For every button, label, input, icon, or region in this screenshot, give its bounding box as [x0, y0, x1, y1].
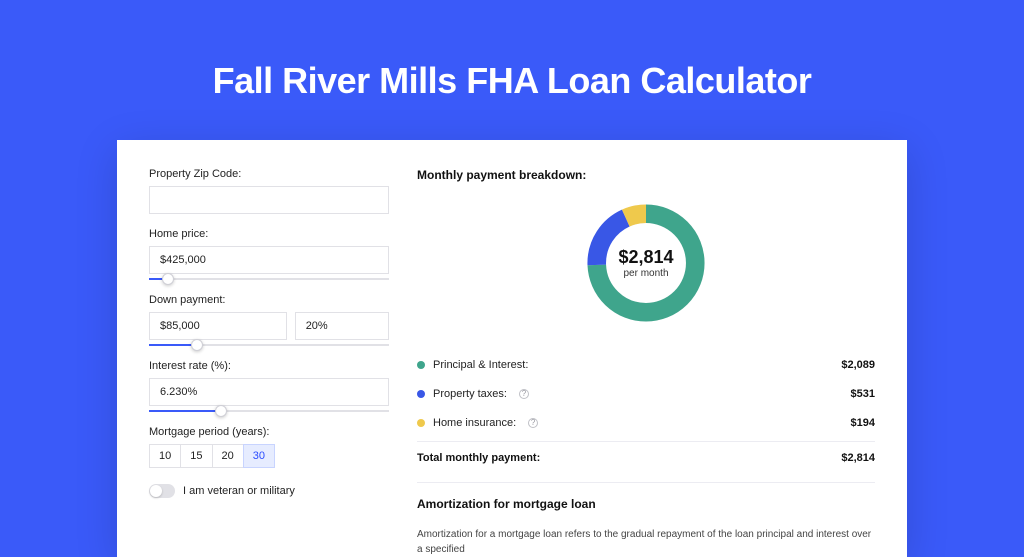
- zip-label: Property Zip Code:: [149, 168, 389, 180]
- legend-value: $531: [851, 388, 875, 400]
- slider-thumb-icon[interactable]: [191, 339, 203, 351]
- down-payment-input[interactable]: $85,000: [149, 312, 287, 340]
- calculator-card: Property Zip Code: Home price: $425,000 …: [117, 140, 907, 557]
- down-payment-slider[interactable]: [149, 344, 389, 346]
- total-value: $2,814: [841, 452, 875, 464]
- donut-value: $2,814: [618, 247, 673, 268]
- veteran-label: I am veteran or military: [183, 485, 295, 497]
- legend-label: Principal & Interest:: [433, 359, 528, 371]
- legend-value: $194: [851, 417, 875, 429]
- info-icon[interactable]: ?: [519, 389, 529, 399]
- home-price-slider[interactable]: [149, 278, 389, 280]
- zip-input[interactable]: [149, 186, 389, 214]
- period-option-20[interactable]: 20: [212, 444, 244, 468]
- interest-input[interactable]: 6.230%: [149, 378, 389, 406]
- amort-body: Amortization for a mortgage loan refers …: [417, 527, 875, 557]
- breakdown-column: Monthly payment breakdown: $2,814 per mo…: [417, 168, 875, 557]
- divider: [417, 482, 875, 483]
- amort-title: Amortization for mortgage loan: [417, 497, 875, 511]
- slider-thumb-icon[interactable]: [215, 405, 227, 417]
- period-segmented: 10152030: [149, 444, 389, 468]
- veteran-toggle[interactable]: [149, 484, 175, 498]
- legend-dot-icon: [417, 419, 425, 427]
- period-option-30[interactable]: 30: [243, 444, 275, 468]
- inputs-column: Property Zip Code: Home price: $425,000 …: [149, 168, 389, 557]
- legend-row: Property taxes:? $531: [417, 379, 875, 408]
- payment-donut-chart: $2,814 per month: [581, 198, 711, 328]
- toggle-knob-icon: [150, 485, 162, 497]
- home-price-input[interactable]: $425,000: [149, 246, 389, 274]
- info-icon[interactable]: ?: [528, 418, 538, 428]
- interest-label: Interest rate (%):: [149, 360, 389, 372]
- interest-slider[interactable]: [149, 410, 389, 412]
- period-option-10[interactable]: 10: [149, 444, 181, 468]
- legend-list: Principal & Interest: $2,089 Property taxe…: [417, 350, 875, 437]
- home-price-label: Home price:: [149, 228, 389, 240]
- total-label: Total monthly payment:: [417, 452, 540, 464]
- legend-row: Principal & Interest: $2,089: [417, 350, 875, 379]
- slider-thumb-icon[interactable]: [162, 273, 174, 285]
- period-option-15[interactable]: 15: [180, 444, 212, 468]
- down-payment-pct-input[interactable]: 20%: [295, 312, 389, 340]
- legend-label: Property taxes:: [433, 388, 507, 400]
- legend-dot-icon: [417, 390, 425, 398]
- legend-dot-icon: [417, 361, 425, 369]
- donut-subtitle: per month: [623, 268, 668, 279]
- legend-row: Home insurance:? $194: [417, 408, 875, 437]
- page-title: Fall River Mills FHA Loan Calculator: [0, 60, 1024, 102]
- legend-label: Home insurance:: [433, 417, 516, 429]
- breakdown-title: Monthly payment breakdown:: [417, 168, 875, 182]
- period-label: Mortgage period (years):: [149, 426, 389, 438]
- down-payment-label: Down payment:: [149, 294, 389, 306]
- legend-value: $2,089: [841, 359, 875, 371]
